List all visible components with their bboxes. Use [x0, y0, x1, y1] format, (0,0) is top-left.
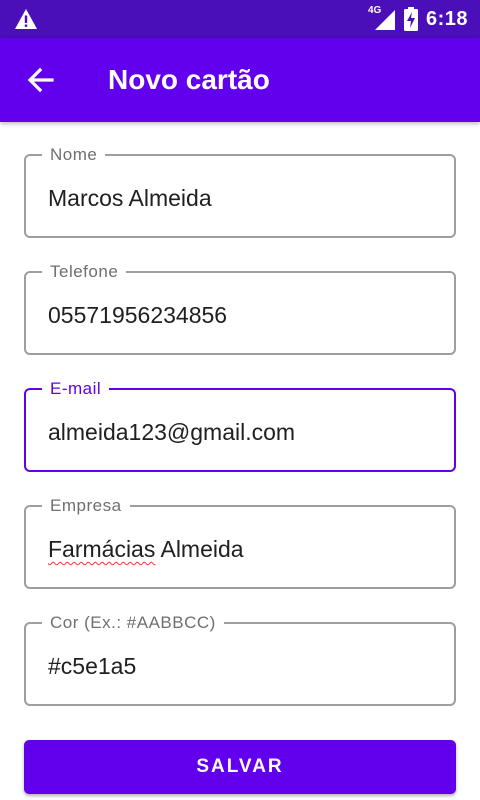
email-field-label: E-mail — [42, 379, 110, 399]
company-input-rest: Almeida — [155, 536, 244, 562]
misspelled-word: Farmácias — [48, 536, 156, 562]
company-input[interactable]: Farmácias Almeida — [48, 535, 244, 563]
email-input[interactable]: almeida123@gmail.com — [48, 418, 295, 446]
color-field[interactable]: Cor (Ex.: #AABBCC) #c5e1a5 — [24, 613, 456, 706]
warning-icon — [14, 8, 38, 35]
phone-input[interactable]: 05571956234856 — [48, 301, 227, 329]
name-input[interactable]: Marcos Almeida — [48, 184, 212, 212]
phone-field[interactable]: Telefone 05571956234856 — [24, 262, 456, 355]
signal-icon: 4G — [368, 6, 396, 31]
color-input[interactable]: #c5e1a5 — [48, 652, 136, 680]
color-field-label: Cor (Ex.: #AABBCC) — [42, 613, 224, 633]
name-field-label: Nome — [42, 145, 106, 165]
save-button-label: SALVAR — [196, 756, 284, 777]
phone-field-label: Telefone — [42, 262, 127, 282]
company-field-label: Empresa — [42, 496, 130, 516]
email-field[interactable]: E-mail almeida123@gmail.com — [24, 379, 456, 472]
battery-charging-icon — [403, 7, 418, 31]
name-field[interactable]: Nome Marcos Almeida — [24, 145, 456, 238]
arrow-back-icon — [27, 67, 54, 93]
company-field[interactable]: Empresa Farmácias Almeida — [24, 496, 456, 589]
back-button[interactable] — [24, 64, 58, 96]
page-title: Novo cartão — [108, 64, 270, 95]
app-bar: Novo cartão — [0, 38, 480, 122]
status-bar: 4G 6:18 — [0, 0, 480, 38]
clock-time: 6:18 — [425, 7, 468, 30]
save-button[interactable]: SALVAR — [24, 740, 456, 794]
